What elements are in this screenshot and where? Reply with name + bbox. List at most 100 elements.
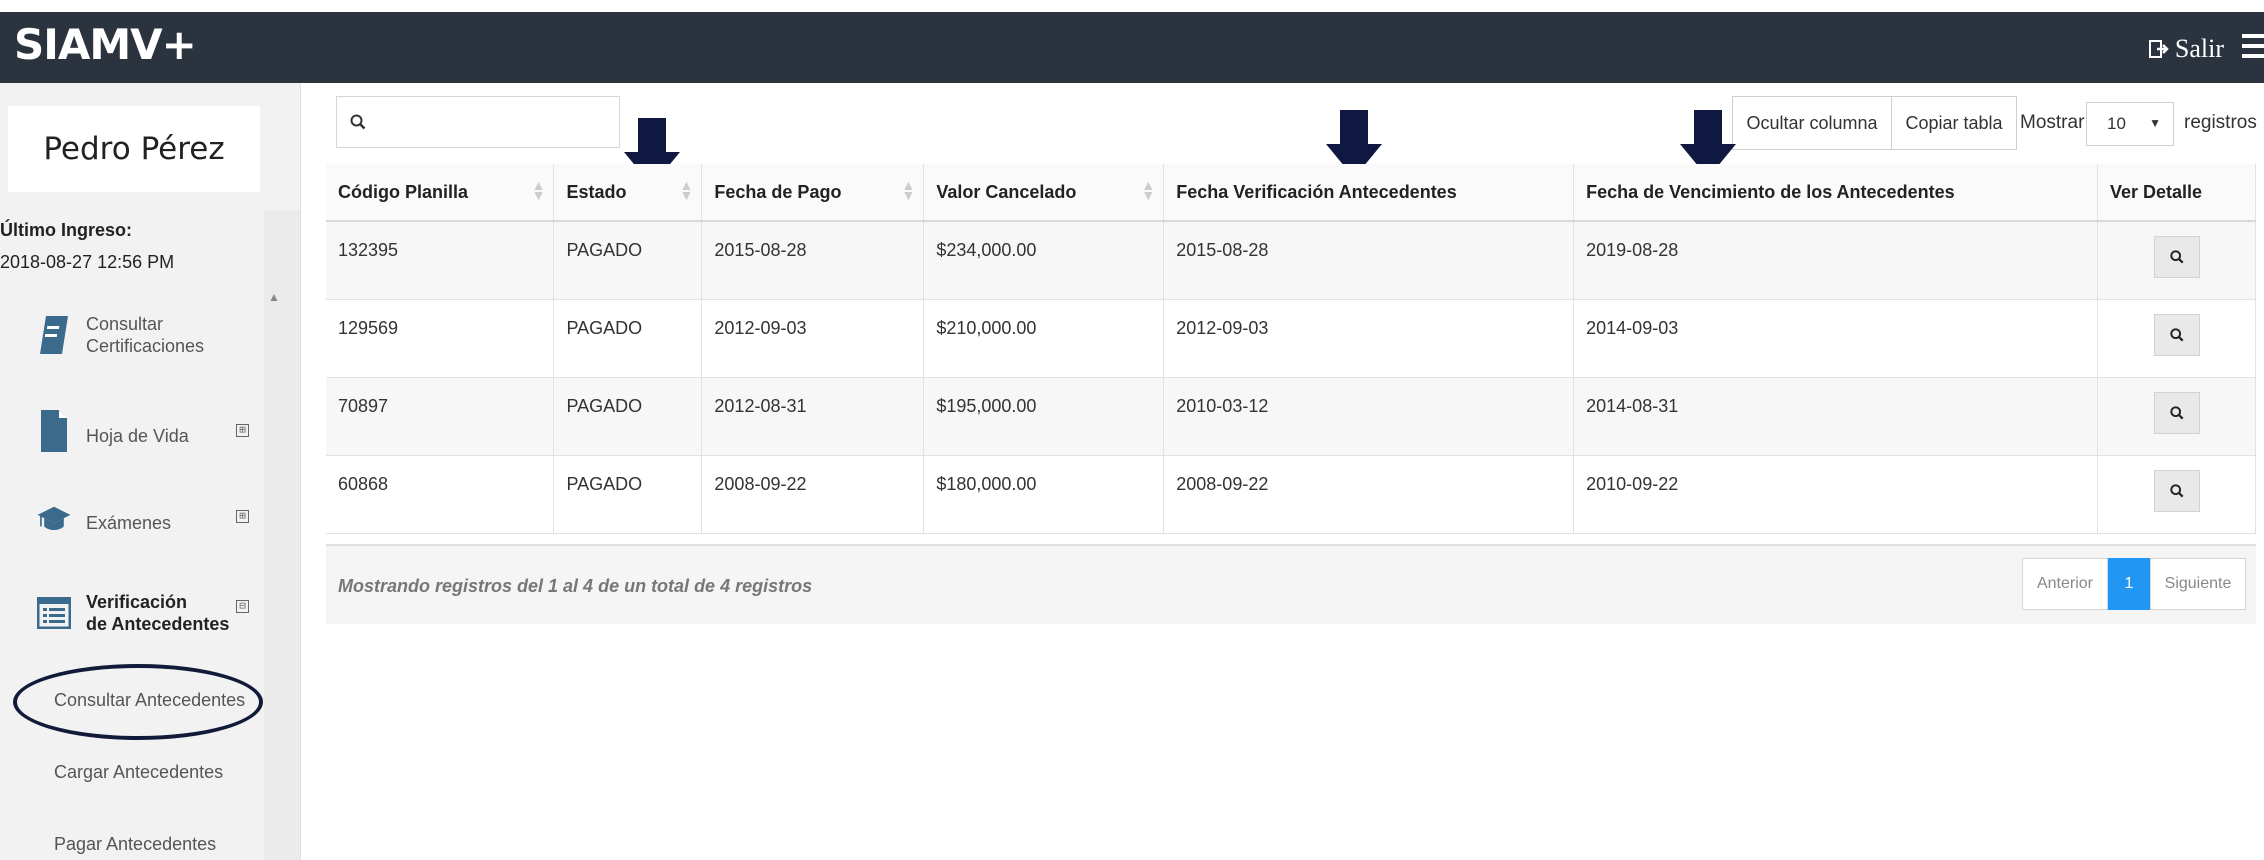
view-detail-button[interactable] xyxy=(2153,391,2200,434)
sidebar-item-label: de Antecedentes xyxy=(86,614,230,634)
cell-ver-detalle xyxy=(2097,455,2257,534)
cell-fecha-verificacion: 2010-03-12 xyxy=(1163,377,1575,456)
sidebar-item-label: Hoja de Vida xyxy=(86,426,189,446)
cell-codigo: 60868 xyxy=(326,455,555,534)
cell-valor: $195,000.00 xyxy=(923,377,1165,456)
last-login-label: Último Ingreso: xyxy=(0,220,133,240)
logout-label: Salir xyxy=(2174,34,2224,63)
next-page-button[interactable]: Siguiente xyxy=(2150,558,2246,610)
column-header[interactable]: Fecha Verificación Antecedentes xyxy=(1163,164,1575,222)
cell-codigo: 129569 xyxy=(326,299,555,378)
search-icon xyxy=(2170,483,2184,497)
sidebar-item-label: Verificación xyxy=(86,592,188,612)
column-header[interactable]: Código Planilla ▲ ▼ xyxy=(326,164,555,222)
page-1-button[interactable]: 1 xyxy=(2108,558,2150,610)
search-icon xyxy=(2170,405,2184,419)
logout-button[interactable]: Salir xyxy=(2148,34,2224,64)
cell-ver-detalle xyxy=(2097,377,2257,456)
cell-fecha-verificacion: 2015-08-28 xyxy=(1163,221,1575,300)
sidebar-scrollbar[interactable] xyxy=(264,210,300,860)
view-detail-button[interactable] xyxy=(2153,313,2200,356)
cell-ver-detalle xyxy=(2097,299,2257,378)
table-row: 129569 PAGADO 2012-09-03 $210,000.00 201… xyxy=(326,299,2257,378)
search-icon xyxy=(2170,250,2184,264)
cell-fecha-pago: 2012-08-31 xyxy=(701,377,925,456)
sidebar-item-examenes[interactable]: Exámenes xyxy=(36,496,171,542)
view-detail-button[interactable] xyxy=(2153,236,2200,278)
cell-fecha-vencimiento: 2014-08-31 xyxy=(1573,377,2098,456)
document-icon xyxy=(36,408,72,454)
cell-estado: PAGADO xyxy=(553,221,703,300)
highlight-oval xyxy=(13,664,263,740)
expand-icon[interactable]: ⊞ xyxy=(236,510,249,523)
sidebar-item-label: Exámenes xyxy=(86,513,172,533)
cell-estado: PAGADO xyxy=(553,455,703,534)
expand-icon[interactable]: ⊞ xyxy=(236,424,249,437)
view-detail-button[interactable] xyxy=(2153,469,2200,512)
cell-codigo: 70897 xyxy=(326,377,555,456)
cell-fecha-pago: 2008-09-22 xyxy=(701,455,925,534)
hamburger-menu-icon[interactable] xyxy=(2242,34,2264,60)
show-label: Mostrar xyxy=(2020,112,2085,133)
search-input[interactable] xyxy=(379,101,617,145)
page-size-value: 10 xyxy=(2107,114,2126,133)
sort-icon: ▲ ▼ xyxy=(1141,177,1156,203)
sidebar-item-label: Consultar xyxy=(86,314,164,334)
previous-page-button[interactable]: Anterior xyxy=(2022,558,2108,610)
search-icon xyxy=(337,97,379,147)
cell-fecha-pago: 2012-09-03 xyxy=(701,299,925,378)
sidebar-item-consultar-certificaciones[interactable]: Consultar Certificaciones xyxy=(36,312,204,358)
records-table: Código Planilla ▲ ▼ Estado ▲ ▼ Fecha de Pago… xyxy=(326,164,2257,534)
table-row: 60868 PAGADO 2008-09-22 $180,000.00 2008… xyxy=(326,455,2257,534)
cell-valor: $234,000.00 xyxy=(923,221,1165,300)
sort-icon: ▲ ▼ xyxy=(901,177,916,203)
user-name-card: Pedro Pérez xyxy=(8,106,260,192)
records-summary: Mostrando registros del 1 al 4 de un tot… xyxy=(338,576,813,596)
cell-fecha-vencimiento: 2010-09-22 xyxy=(1573,455,2098,534)
cell-valor: $210,000.00 xyxy=(923,299,1165,378)
sidebar xyxy=(0,83,301,860)
cell-fecha-verificacion: 2012-09-03 xyxy=(1163,299,1575,378)
cell-valor: $180,000.00 xyxy=(923,455,1165,534)
column-header[interactable]: Fecha de Pago ▲ ▼ xyxy=(701,164,925,222)
cell-fecha-vencimiento: 2014-09-03 xyxy=(1573,299,2098,378)
column-header[interactable]: Valor Cancelado ▲ ▼ xyxy=(923,164,1165,222)
sidebar-item-label: Certificaciones xyxy=(86,336,205,356)
sort-icon: ▲ ▼ xyxy=(531,177,546,203)
cell-fecha-pago: 2015-08-28 xyxy=(701,221,925,300)
cell-ver-detalle xyxy=(2097,221,2257,300)
cell-fecha-vencimiento: 2019-08-28 xyxy=(1573,221,2098,300)
cell-fecha-verificacion: 2008-09-22 xyxy=(1163,455,1575,534)
collapse-icon[interactable]: ⊟ xyxy=(236,600,249,613)
column-header: Ver Detalle xyxy=(2097,164,2257,222)
sidebar-item-hoja-de-vida[interactable]: Hoja de Vida xyxy=(36,408,189,454)
sort-icon: ▲ ▼ xyxy=(679,177,694,203)
book-icon xyxy=(36,312,72,358)
top-navbar: SIAMV+ Salir xyxy=(0,12,2264,83)
column-header[interactable]: Estado ▲ ▼ xyxy=(553,164,703,222)
last-login-value: 2018-08-27 12:56 PM xyxy=(0,252,175,272)
logout-icon xyxy=(2148,40,2169,58)
user-name: Pedro Pérez xyxy=(43,131,225,167)
cell-estado: PAGADO xyxy=(553,377,703,456)
copy-table-button[interactable]: Copiar tabla xyxy=(1891,96,2017,150)
table-header-row: Código Planilla ▲ ▼ Estado ▲ ▼ Fecha de Pago… xyxy=(326,164,2257,222)
hide-column-button[interactable]: Ocultar columna xyxy=(1732,96,1892,150)
caret-down-icon: ▼ xyxy=(2149,116,2161,130)
sidebar-subitem-pagar-antecedentes[interactable]: Pagar Antecedentes xyxy=(54,834,216,855)
list-icon xyxy=(36,590,72,636)
records-label: registros xyxy=(2184,112,2257,133)
table-row: 132395 PAGADO 2015-08-28 $234,000.00 201… xyxy=(326,221,2257,300)
graduation-cap-icon xyxy=(36,496,72,542)
app-brand[interactable]: SIAMV+ xyxy=(14,20,197,69)
table-row: 70897 PAGADO 2012-08-31 $195,000.00 2010… xyxy=(326,377,2257,456)
column-header[interactable]: Fecha de Vencimiento de los Antecedentes xyxy=(1573,164,2098,222)
search-box xyxy=(336,96,620,148)
cell-estado: PAGADO xyxy=(553,299,703,378)
cell-codigo: 132395 xyxy=(326,221,555,300)
sidebar-item-verificacion-antecedentes[interactable]: Verificación de Antecedentes xyxy=(36,590,229,636)
page-size-select[interactable]: 10 ▼ xyxy=(2086,102,2174,146)
search-icon xyxy=(2170,327,2184,341)
sidebar-subitem-cargar-antecedentes[interactable]: Cargar Antecedentes xyxy=(54,762,223,783)
scroll-up-icon[interactable]: ▲ xyxy=(268,290,280,304)
